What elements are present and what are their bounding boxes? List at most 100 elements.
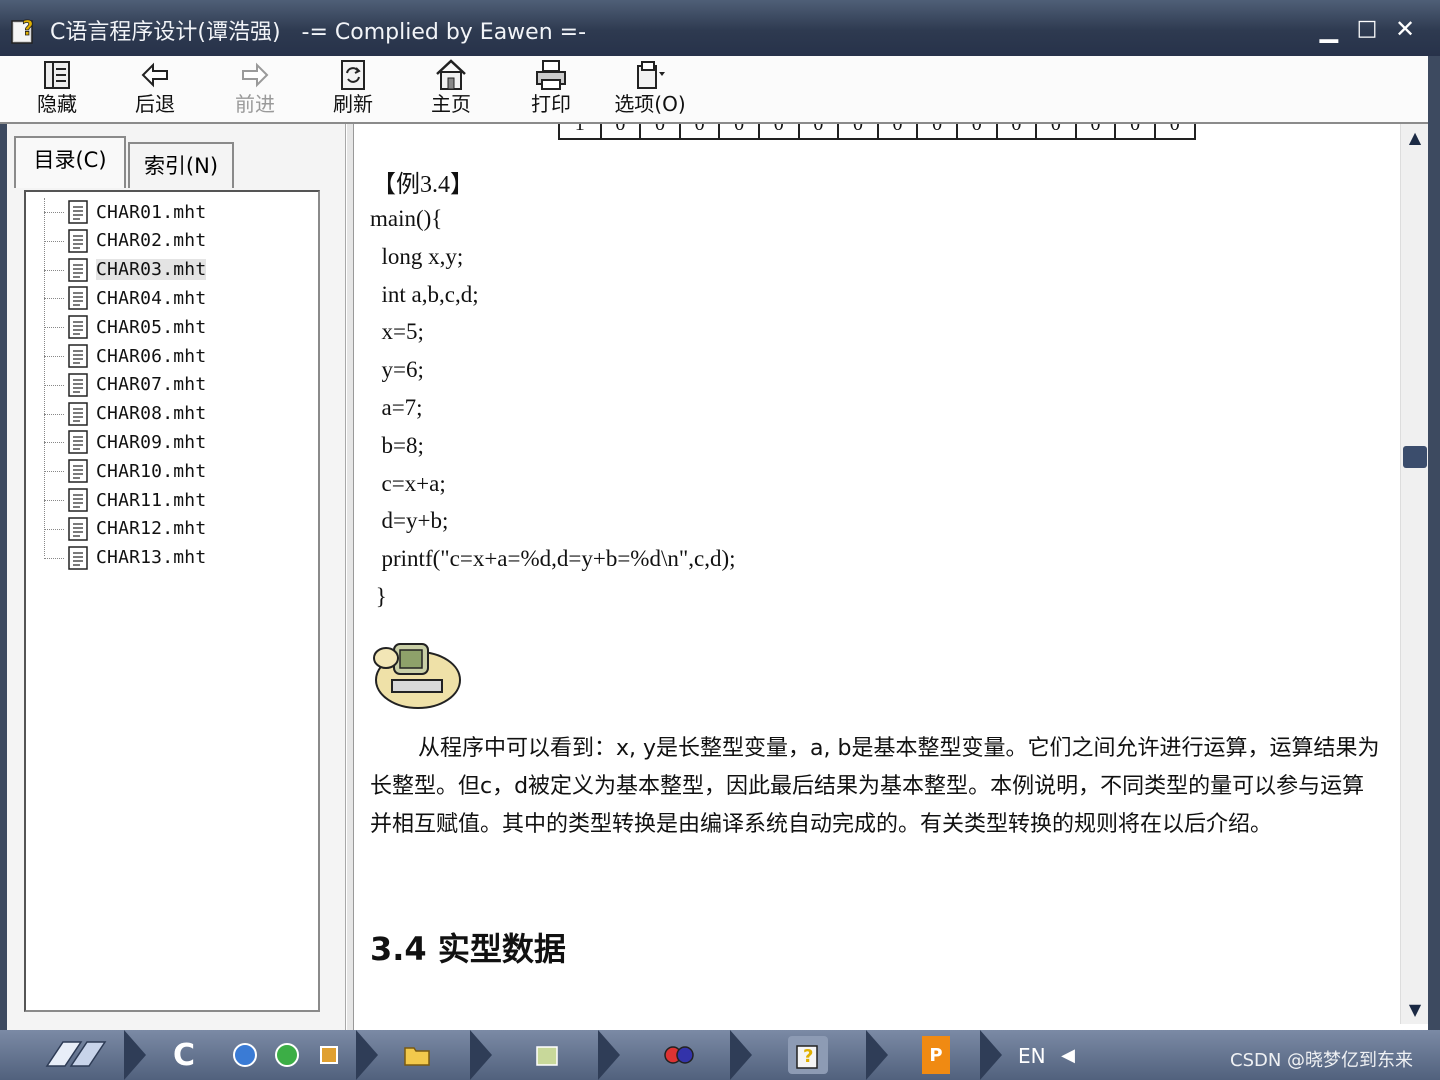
content-pane[interactable]: 1000000000000000 【例3.4】 main(){ long x,y…: [354, 124, 1400, 1024]
scroll-up-icon[interactable]: ▲: [1405, 128, 1425, 148]
folder-icon[interactable]: [400, 1036, 434, 1074]
ppt-app-icon[interactable]: P: [922, 1036, 950, 1074]
computer-cartoon-icon: [373, 643, 461, 709]
taskbar-separator: [866, 1030, 888, 1080]
code-line: a=7;: [370, 395, 423, 420]
navigation-pane: 目录(C) 索引(N) CHAR01.mht CHAR02.mht CHAR03.m…: [0, 124, 346, 1030]
taskbar-separator: [124, 1030, 146, 1080]
start-button[interactable]: [36, 1036, 116, 1074]
tree-connector: [44, 384, 64, 386]
window-frame: [1428, 56, 1440, 1030]
minimize-icon[interactable]: ▁: [1312, 12, 1346, 46]
language-indicator[interactable]: EN: [1018, 1044, 1046, 1068]
table-cell: 0: [797, 124, 838, 138]
contents-tree[interactable]: CHAR01.mht CHAR02.mht CHAR03.mht CHAR04.mht…: [24, 190, 320, 1012]
refresh-app-icon[interactable]: [270, 1036, 304, 1074]
document-icon: [68, 430, 88, 455]
tree-connector: [44, 269, 64, 271]
vertical-scrollbar[interactable]: ▲ ▼: [1400, 124, 1428, 1024]
tree-item-label: CHAR06.mht: [96, 345, 207, 367]
folder-glyph: [404, 1047, 430, 1066]
tree-item-label: CHAR12.mht: [96, 518, 207, 540]
document-icon: [68, 257, 88, 282]
tree-item[interactable]: CHAR05.mht: [68, 313, 206, 341]
forward-label: 前进: [235, 92, 275, 116]
tree-connector: [44, 198, 45, 556]
forward-button[interactable]: 前进: [212, 58, 298, 122]
window-subtitle: -= Complied by Eawen =-: [301, 20, 587, 45]
tree-connector: [44, 442, 64, 444]
window-title-text: C语言程序设计(谭浩强): [50, 20, 281, 45]
tools-icon[interactable]: [312, 1036, 346, 1074]
tree-item[interactable]: CHAR08.mht: [68, 400, 206, 428]
options-button[interactable]: 选项(O): [604, 58, 696, 122]
table-cell: 0: [876, 124, 917, 138]
back-button[interactable]: 后退: [112, 58, 198, 122]
help-book-task-icon: ?: [796, 1045, 818, 1069]
tree-item[interactable]: CHAR01.mht: [68, 198, 206, 226]
scroll-thumb[interactable]: [1403, 446, 1427, 468]
refresh-icon: [341, 60, 365, 90]
refresh-button[interactable]: 刷新: [310, 58, 396, 122]
tree-item[interactable]: CHAR03.mht: [68, 256, 207, 284]
hide-label: 隐藏: [37, 92, 77, 116]
browser-icon[interactable]: [228, 1036, 262, 1074]
document-icon: [68, 459, 88, 483]
tree-connector: [44, 356, 64, 357]
tray-expand-icon[interactable]: ◀: [1060, 1040, 1076, 1070]
tree-item-label: CHAR11.mht: [96, 489, 207, 511]
hide-pane-icon: [44, 61, 70, 89]
print-button[interactable]: 打印: [508, 58, 594, 122]
tree-item[interactable]: CHAR02.mht: [68, 227, 206, 255]
tree-item[interactable]: CHAR04.mht: [68, 284, 206, 312]
tree-item[interactable]: CHAR13.mht: [68, 544, 206, 572]
tab-index[interactable]: 索引(N): [128, 142, 234, 188]
hide-button[interactable]: 隐藏: [14, 58, 100, 122]
help-app-task[interactable]: ?: [788, 1036, 828, 1074]
document-icon: [68, 229, 88, 253]
example-heading: 【例3.4】: [372, 172, 474, 198]
media-app-icon[interactable]: [660, 1036, 700, 1074]
code-line: y=6;: [370, 357, 424, 383]
taskbar-separator: [598, 1030, 620, 1080]
home-label: 主页: [431, 92, 471, 116]
maximize-icon[interactable]: □: [1350, 12, 1384, 46]
svg-text:?: ?: [803, 1046, 813, 1067]
taskbar-separator: [356, 1030, 378, 1080]
c-app-icon[interactable]: C: [164, 1036, 204, 1074]
tree-item[interactable]: CHAR09.mht: [68, 428, 206, 456]
tree-item[interactable]: CHAR07.mht: [68, 371, 206, 399]
table-cell: 0: [1114, 124, 1154, 138]
document-icon: [68, 315, 88, 339]
svg-text:?: ?: [22, 16, 34, 40]
document-icon: [68, 344, 88, 368]
scroll-down-icon[interactable]: ▼: [1405, 1000, 1425, 1020]
pane-splitter[interactable]: [346, 124, 354, 1030]
code-line: main(){: [370, 206, 443, 231]
explanation-paragraph: 从程序中可以看到：x, y是长整型变量，a, b是基本整型变量。它们之间允许进行…: [370, 736, 1380, 837]
code-line: printf("c=x+a=%d,d=y+b=%d\n",c,d);: [370, 546, 736, 572]
tab-contents[interactable]: 目录(C): [14, 136, 126, 188]
table-cell: 0: [1035, 124, 1075, 138]
notes-icon[interactable]: [530, 1036, 564, 1074]
notes-glyph: [536, 1046, 558, 1066]
tree-connector: [44, 327, 64, 329]
close-icon[interactable]: ✕: [1388, 12, 1422, 46]
code-line: b=8;: [370, 432, 424, 458]
taskbar-separator: [980, 1030, 1002, 1080]
printer-icon: [536, 60, 566, 90]
document-icon: [68, 286, 88, 311]
code-line: int a,b,c,d;: [370, 281, 479, 307]
tree-item-label: CHAR09.mht: [96, 431, 207, 453]
browser-glyph: [233, 1043, 257, 1067]
tree-item[interactable]: CHAR06.mht: [68, 342, 206, 370]
code-line: x=5;: [370, 319, 424, 345]
window-title: C语言程序设计(谭浩强) -= Complied by Eawen =-: [50, 14, 586, 46]
tree-item[interactable]: CHAR12.mht: [68, 515, 206, 543]
options-label: 选项(O): [614, 92, 686, 116]
home-button[interactable]: 主页: [408, 58, 494, 122]
code-line: }: [370, 584, 387, 609]
tree-connector: [44, 528, 64, 530]
tree-item[interactable]: CHAR10.mht: [68, 457, 206, 485]
tree-item[interactable]: CHAR11.mht: [68, 486, 206, 514]
